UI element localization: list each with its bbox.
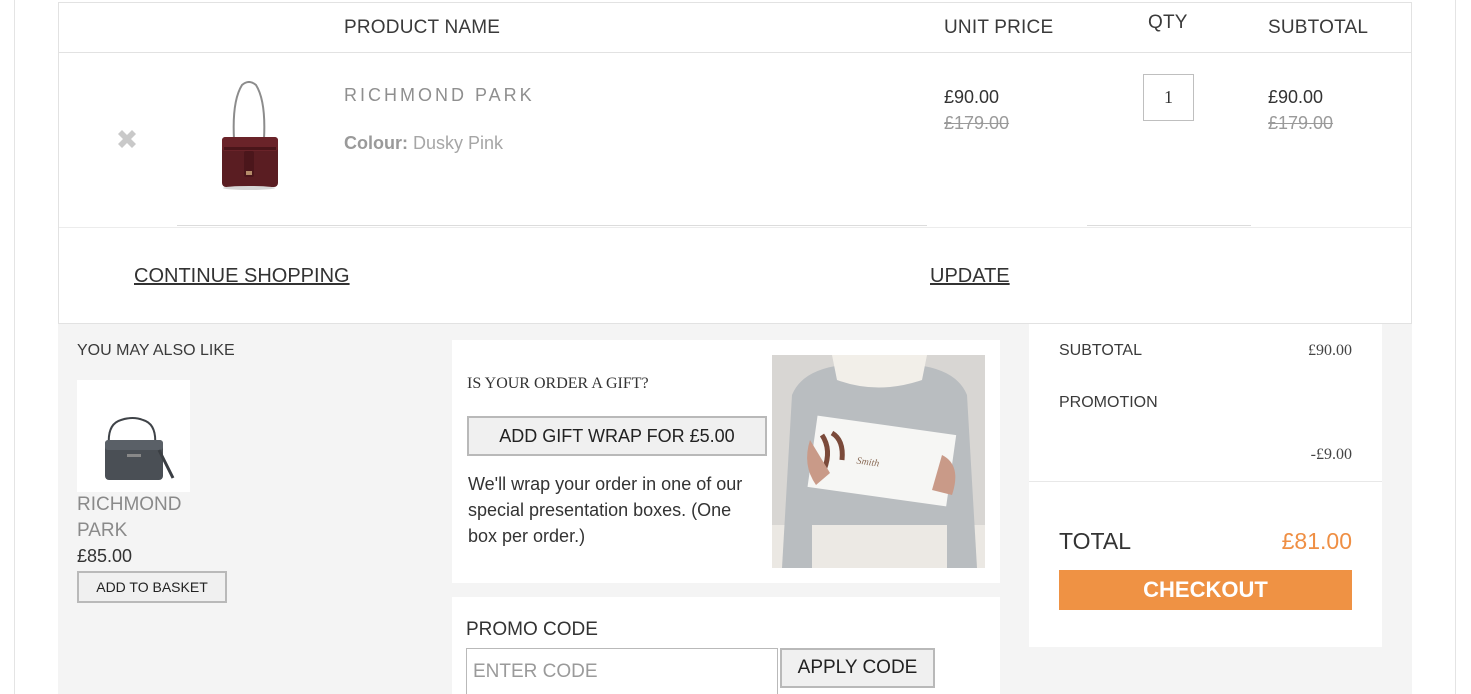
continue-shopping-link[interactable]: CONTINUE SHOPPING <box>134 265 350 288</box>
divider <box>177 225 927 226</box>
apply-code-button[interactable]: APPLY CODE <box>780 648 935 688</box>
also-like-title: YOU MAY ALSO LIKE <box>77 342 235 359</box>
update-cart-link[interactable]: UPDATE <box>930 265 1010 288</box>
promo-title: PROMO CODE <box>466 619 598 640</box>
summary-subtotal-label: SUBTOTAL <box>1059 342 1142 359</box>
also-like-product-name[interactable]: RICHMOND PARK <box>77 492 207 544</box>
checkout-button[interactable]: CHECKOUT <box>1059 570 1352 610</box>
promo-panel: PROMO CODE APPLY CODE <box>452 597 1000 694</box>
gift-box-image: Smith <box>772 355 985 568</box>
qty-input[interactable] <box>1143 74 1194 121</box>
unit-price-old: £179.00 <box>944 113 1010 133</box>
header-unit-price: UNIT PRICE <box>944 17 1054 38</box>
page-border-right <box>1455 0 1456 694</box>
product-thumbnail[interactable] <box>214 81 284 191</box>
also-like-price: £85.00 <box>77 546 133 566</box>
colour-value: Dusky Pink <box>413 133 504 153</box>
product-name[interactable]: RICHMOND PARK <box>344 85 535 106</box>
header-subtotal: SUBTOTAL <box>1268 17 1369 38</box>
row-separator <box>59 227 1411 228</box>
divider <box>1087 225 1251 226</box>
summary-subtotal-value: £90.00 <box>1308 342 1352 359</box>
summary-promotion-label: PROMOTION <box>1059 394 1158 411</box>
promo-code-input[interactable] <box>466 648 778 694</box>
order-summary: SUBTOTAL £90.00 PROMOTION -£9.00 TOTAL £… <box>1029 324 1382 647</box>
gift-question: IS YOUR ORDER A GIFT? <box>467 375 649 392</box>
item-subtotal: £90.00 <box>1268 87 1324 107</box>
product-colour: Colour: Dusky Pink <box>344 133 503 154</box>
total-value: £81.00 <box>1281 528 1352 554</box>
cart-table: PRODUCT NAME UNIT PRICE QTY SUBTOTAL RIC… <box>58 2 1412 324</box>
summary-divider <box>1029 481 1382 482</box>
item-subtotal-old: £179.00 <box>1268 113 1334 133</box>
colour-label: Colour: <box>344 133 408 153</box>
remove-item-icon[interactable] <box>113 125 141 153</box>
total-label: TOTAL <box>1059 528 1131 554</box>
page-border-left <box>14 0 15 694</box>
gift-panel: IS YOUR ORDER A GIFT? ADD GIFT WRAP FOR … <box>452 340 1000 583</box>
summary-promotion-value: -£9.00 <box>1310 446 1352 463</box>
add-gift-wrap-button[interactable]: ADD GIFT WRAP FOR £5.00 <box>467 416 767 456</box>
cart-table-header: PRODUCT NAME UNIT PRICE QTY SUBTOTAL <box>59 3 1411 53</box>
header-qty: QTY <box>1148 12 1188 33</box>
unit-price: £90.00 <box>944 87 1000 107</box>
gift-description: We'll wrap your order in one of our spec… <box>468 474 743 546</box>
also-like-product-image[interactable] <box>77 380 190 492</box>
header-product-name: PRODUCT NAME <box>344 17 501 38</box>
add-to-basket-button[interactable]: ADD TO BASKET <box>77 571 227 603</box>
